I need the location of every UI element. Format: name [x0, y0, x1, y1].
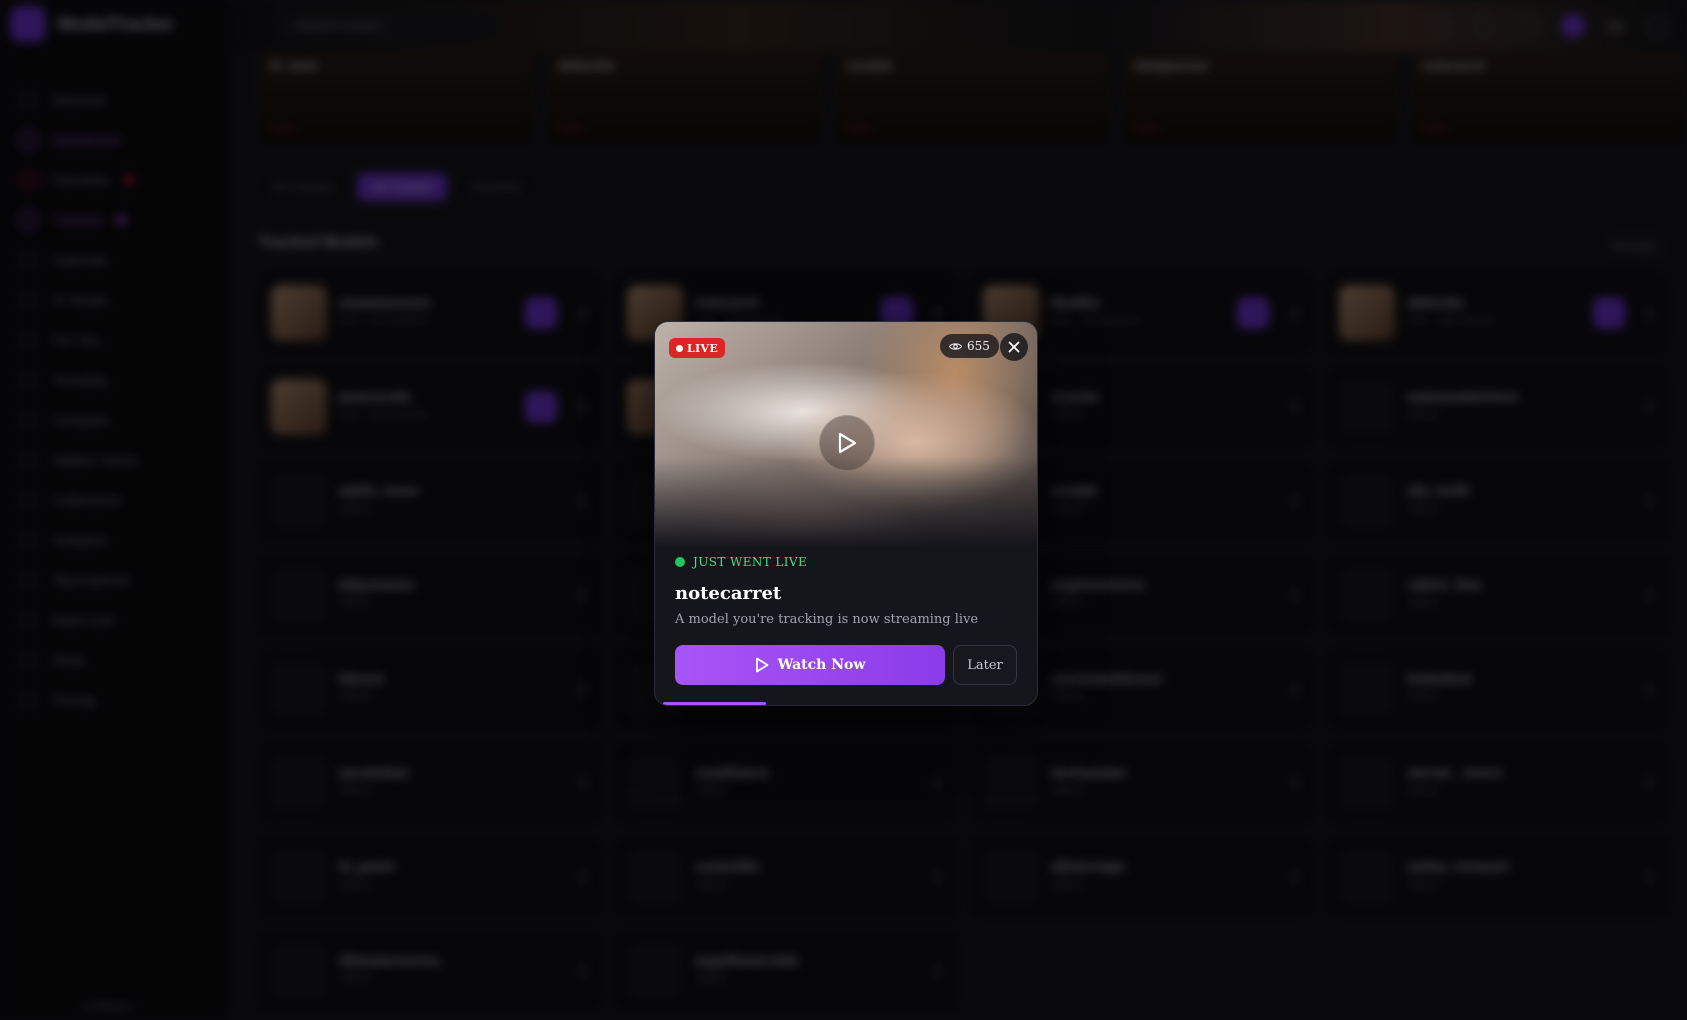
later-label: Later: [967, 657, 1003, 673]
eye-icon: [949, 342, 962, 350]
status-row: JUST WENT LIVE: [675, 555, 807, 569]
live-notification-modal: LIVE 655 JUST WENT LIVE notecarret A mod…: [654, 321, 1038, 706]
play-icon: [838, 432, 857, 454]
notification-description: A model you're tracking is now streaming…: [675, 612, 979, 627]
live-badge-label: LIVE: [687, 341, 718, 355]
viewer-count: 655: [967, 339, 990, 353]
model-name: notecarret: [675, 583, 782, 604]
live-dot-icon: [676, 344, 683, 352]
play-icon: [755, 657, 768, 673]
viewer-count-badge: 655: [940, 334, 999, 358]
status-dot-icon: [675, 557, 685, 567]
auto-dismiss-progress: [655, 702, 1037, 705]
later-button[interactable]: Later: [953, 645, 1017, 685]
play-button[interactable]: [819, 415, 875, 471]
close-button[interactable]: [1000, 333, 1028, 361]
live-badge: LIVE: [669, 338, 725, 358]
status-text: JUST WENT LIVE: [693, 555, 808, 569]
watch-now-label: Watch Now: [777, 657, 866, 673]
watch-now-button[interactable]: Watch Now: [675, 645, 945, 685]
auto-dismiss-progress-fill: [663, 702, 766, 705]
close-icon: [1008, 341, 1020, 353]
